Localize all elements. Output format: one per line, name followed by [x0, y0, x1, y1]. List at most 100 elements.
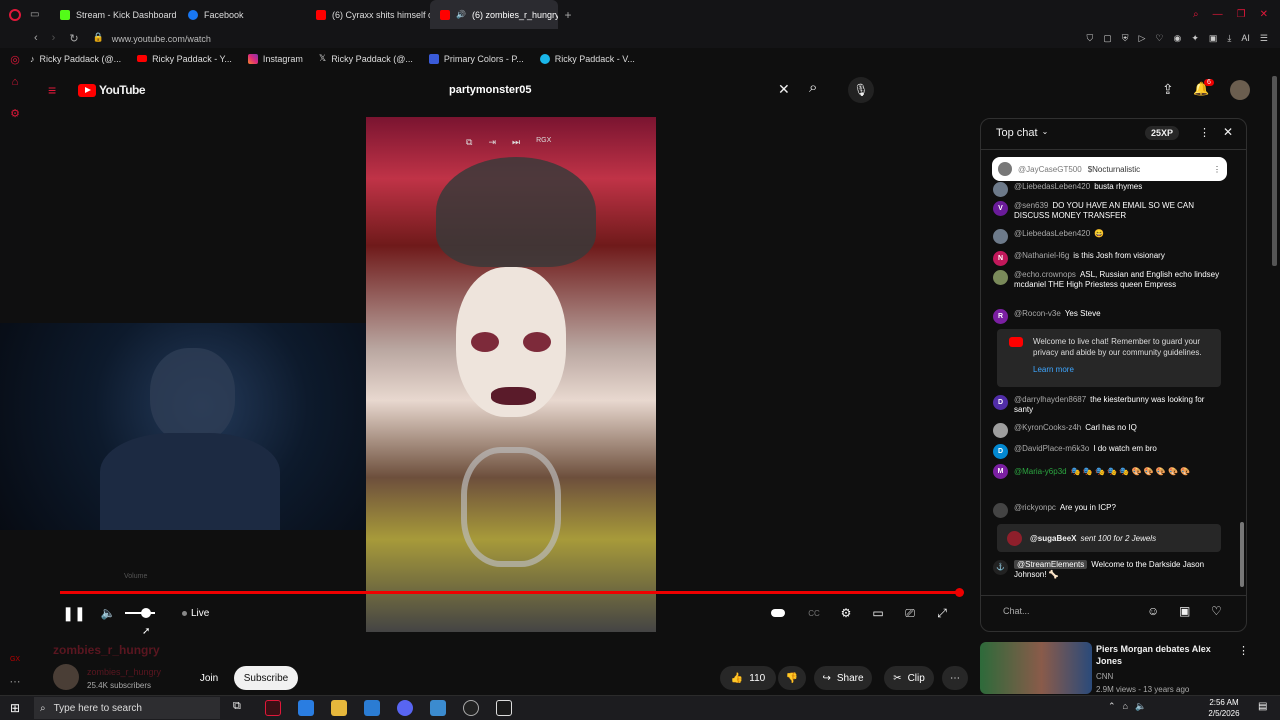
tray-chevron-icon[interactable]: ⌃: [1108, 701, 1116, 712]
minimize-icon[interactable]: —: [1213, 9, 1223, 20]
more-actions-button[interactable]: ⋯: [942, 666, 968, 690]
discord-icon[interactable]: [397, 700, 413, 716]
more-icon[interactable]: ⋯: [9, 676, 21, 688]
fullscreen-icon[interactable]: ⤢: [932, 600, 952, 626]
ai-icon[interactable]: AI: [1241, 33, 1250, 44]
pinned-message[interactable]: @JayCaseGT500 $Nocturnalistic ⋮: [992, 157, 1227, 181]
menu-icon[interactable]: ☰: [1260, 33, 1268, 44]
pinned-more-icon[interactable]: ⋮: [1213, 165, 1221, 174]
live-indicator[interactable]: Live: [182, 600, 209, 626]
tab-grid-icon[interactable]: ▭: [30, 9, 50, 20]
send-icon[interactable]: ▷: [1139, 33, 1146, 44]
video-thumbnail[interactable]: [980, 642, 1092, 694]
volume-slider[interactable]: [122, 600, 158, 626]
share-button[interactable]: ↪ Share: [814, 666, 872, 690]
search-icon[interactable]: ⌕: [809, 79, 817, 96]
volume-icon[interactable]: 🔈: [98, 600, 118, 626]
search-tabs-icon[interactable]: ⌕: [1193, 9, 1199, 20]
like-button[interactable]: 👍 110: [720, 666, 776, 690]
capcut-icon[interactable]: [496, 700, 512, 716]
forward-icon[interactable]: ›: [52, 32, 56, 45]
super-chat-icon[interactable]: ▣: [1179, 604, 1190, 618]
tab-cyraxx[interactable]: (6) Cyraxx shits himself on: [306, 0, 430, 29]
network-icon[interactable]: ⌂: [1123, 701, 1128, 712]
video-frame[interactable]: ⧉ ⇥ ⏭ RGX: [366, 117, 656, 632]
bookmark-instagram[interactable]: Instagram: [247, 53, 303, 64]
page-scrollbar[interactable]: [1272, 76, 1277, 266]
gx-icon[interactable]: GX: [9, 654, 21, 666]
search-input[interactable]: partymonster05: [440, 77, 800, 103]
channel-avatar[interactable]: [53, 664, 79, 690]
bookmark-vimeo[interactable]: Ricky Paddack - V...: [539, 53, 635, 64]
bag-icon[interactable]: ⌂: [9, 76, 21, 88]
channel-name[interactable]: zombies_r_hungry: [87, 667, 161, 677]
progress-bar[interactable]: [60, 588, 964, 597]
chat-input[interactable]: Chat...: [1003, 606, 1030, 616]
close-chat-icon[interactable]: ✕: [1223, 125, 1233, 139]
taskbar-search[interactable]: ⌕ Type here to search: [34, 697, 220, 719]
chat-scrollbar[interactable]: [1240, 522, 1244, 587]
subscribe-button[interactable]: Subscribe: [234, 666, 298, 690]
autoplay-toggle[interactable]: [768, 600, 788, 626]
youtube-logo[interactable]: YouTube: [78, 83, 146, 97]
bookmark-youtube[interactable]: Ricky Paddack - Y...: [137, 54, 232, 64]
close-window-icon[interactable]: ✕: [1260, 9, 1268, 20]
emoji-icon[interactable]: ☺: [1147, 604, 1159, 618]
outlook-icon[interactable]: [364, 700, 380, 716]
learn-more-link[interactable]: Learn more: [1033, 365, 1074, 374]
notifications-icon[interactable]: ▤: [1258, 701, 1267, 712]
tab-facebook[interactable]: Facebook: [178, 0, 306, 29]
back-icon[interactable]: ‹: [34, 32, 38, 45]
heart-icon[interactable]: ♡: [1211, 604, 1222, 618]
profile-icon[interactable]: ▣: [1209, 33, 1218, 44]
volume-icon[interactable]: 🔈: [1135, 701, 1146, 712]
tab-zombies[interactable]: 🔊 (6) zombies_r_hungry: [430, 0, 558, 29]
xp-badge[interactable]: 25XP: [1145, 126, 1180, 140]
speed-dial-icon[interactable]: ◎: [9, 54, 21, 66]
chat-mode-dropdown[interactable]: Top chat ⌄: [996, 127, 1048, 139]
vpn-icon[interactable]: ◉: [1174, 33, 1182, 44]
snapshot-icon[interactable]: ▢: [1103, 33, 1112, 44]
clip-button[interactable]: ✂ Clip: [884, 666, 934, 690]
mic-icon[interactable]: 🎙: [848, 77, 874, 103]
settings-icon[interactable]: ⚙: [9, 108, 21, 120]
tab-kick[interactable]: Stream - Kick Dashboard: [50, 0, 178, 29]
upload-icon[interactable]: ⇪: [1162, 81, 1174, 98]
popout-icon[interactable]: ⧉: [466, 137, 472, 148]
opera-logo-icon[interactable]: [0, 0, 30, 29]
next-icon[interactable]: ⏭: [512, 137, 520, 148]
extensions-icon[interactable]: ✦: [1191, 33, 1199, 44]
captions-icon[interactable]: CC: [804, 600, 824, 626]
pause-icon[interactable]: ❚❚: [62, 600, 85, 626]
progress-handle[interactable]: [955, 588, 964, 597]
app-icon[interactable]: [430, 700, 446, 716]
new-tab-button[interactable]: +: [558, 8, 578, 22]
cast-icon[interactable]: ⎚: [900, 600, 920, 626]
bookmark-primary-colors[interactable]: Primary Colors - P...: [428, 53, 524, 64]
recommended-video[interactable]: Piers Morgan debates Alex Jones CNN 2.9M…: [980, 640, 1250, 695]
copilot-icon[interactable]: [298, 700, 314, 716]
windows-start-icon[interactable]: ⊞: [10, 701, 20, 715]
rec-channel[interactable]: CNN: [1096, 672, 1113, 681]
url-field[interactable]: www.youtube.com/watch: [112, 34, 211, 44]
bookmark-icon[interactable]: ⛉: [1086, 33, 1093, 44]
chat-more-icon[interactable]: ⋮: [1199, 126, 1210, 139]
shield-icon[interactable]: ⛨: [1122, 33, 1129, 44]
download-icon[interactable]: ⤓: [1227, 33, 1231, 44]
heart-icon[interactable]: ♡: [1155, 33, 1163, 44]
reload-icon[interactable]: ↻: [69, 32, 78, 45]
hamburger-icon[interactable]: ≡: [48, 82, 56, 98]
obs-icon[interactable]: [463, 700, 479, 716]
rec-title[interactable]: Piers Morgan debates Alex Jones: [1096, 643, 1226, 667]
enter-icon[interactable]: ⇥: [488, 137, 496, 148]
theater-icon[interactable]: ▭: [868, 600, 888, 626]
bookmark-x[interactable]: 𝕏 Ricky Paddack (@...: [319, 53, 413, 64]
task-view-icon[interactable]: ⧉: [233, 700, 241, 713]
dislike-button[interactable]: 👎: [778, 666, 806, 690]
clear-search-icon[interactable]: ✕: [778, 81, 790, 98]
rec-more-icon[interactable]: ⋮: [1238, 644, 1249, 657]
clock[interactable]: 2:56 AM 2/5/2026: [1200, 697, 1248, 719]
settings-icon[interactable]: ⚙: [836, 600, 856, 626]
file-explorer-icon[interactable]: [331, 700, 347, 716]
maximize-icon[interactable]: ❐: [1237, 9, 1246, 20]
